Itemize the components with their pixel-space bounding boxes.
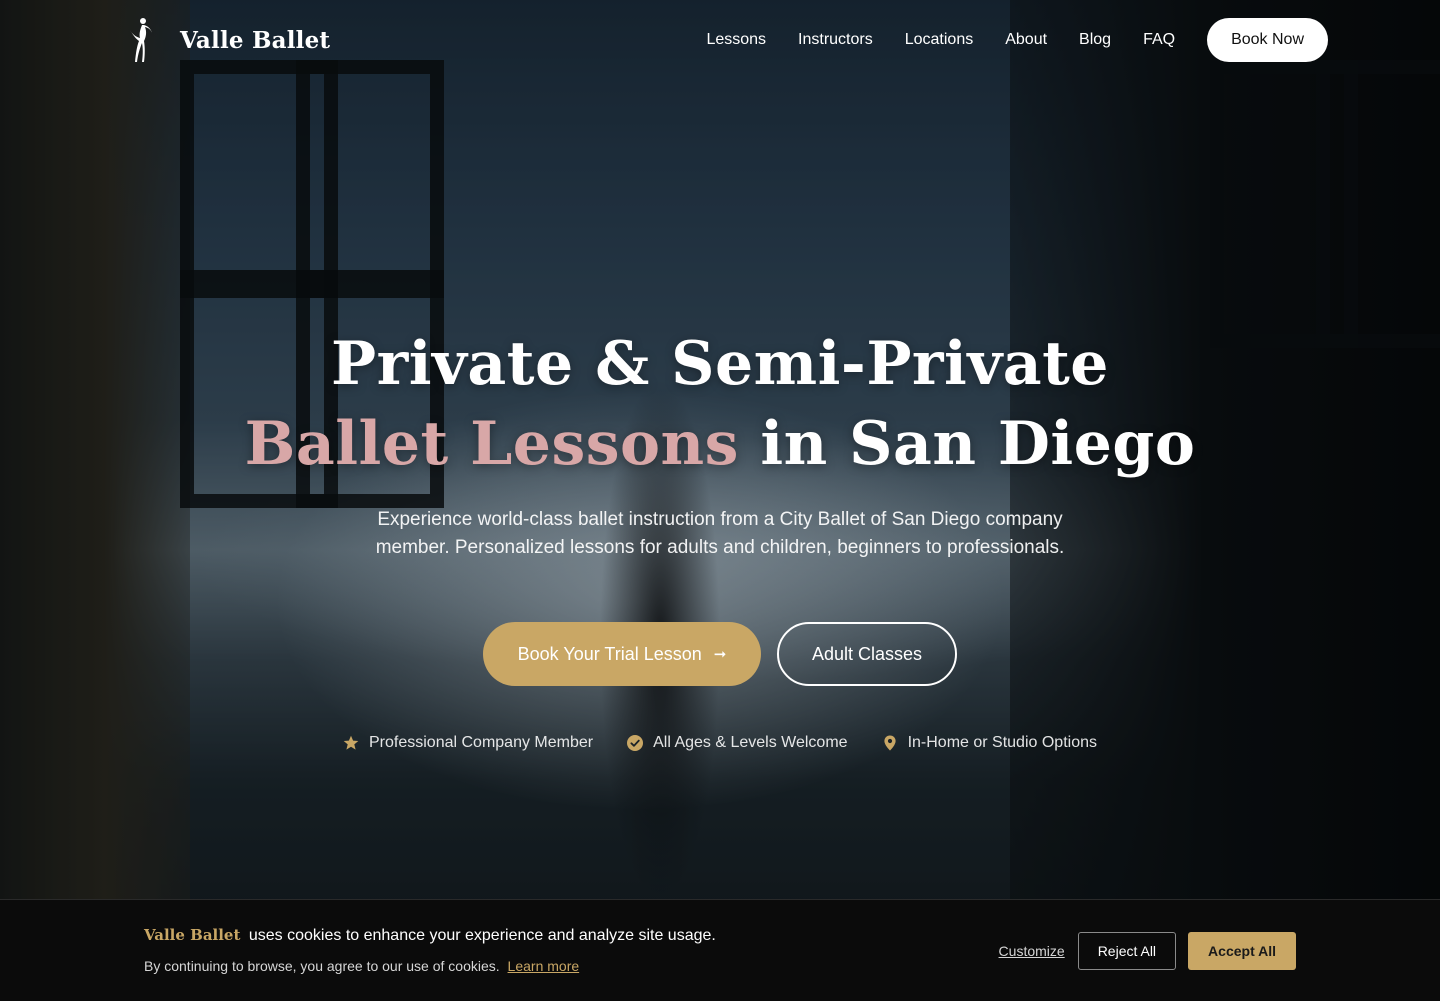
nav-item-faq[interactable]: FAQ	[1143, 31, 1175, 49]
cookie-banner: Valle Ballet uses cookies to enhance you…	[0, 899, 1440, 1001]
hero-title-accent: Ballet Lessons	[244, 409, 739, 479]
cookie-subtext-text: By continuing to browse, you agree to ou…	[144, 958, 500, 974]
book-trial-lesson-label: Book Your Trial Lesson	[517, 643, 702, 664]
feature-label: In-Home or Studio Options	[907, 734, 1097, 751]
nav-item-lessons[interactable]: Lessons	[706, 31, 766, 49]
adult-classes-button[interactable]: Adult Classes	[777, 622, 957, 686]
nav-item-about[interactable]: About	[1005, 31, 1047, 49]
brand-name: Valle Ballet	[180, 26, 331, 54]
check-circle-icon	[627, 735, 644, 751]
site-header: Valle Ballet Lessons Instructors Locatio…	[0, 0, 1440, 82]
hero-subtitle: Experience world-class ballet instructio…	[375, 509, 1065, 558]
book-now-button[interactable]: Book Now	[1207, 18, 1328, 62]
learn-more-link[interactable]: Learn more	[508, 958, 580, 974]
cookie-message-text: uses cookies to enhance your experience …	[248, 927, 716, 944]
feature-label: All Ages & Levels Welcome	[653, 734, 848, 751]
hero-title: Private & Semi-Private Ballet Lessons in…	[0, 324, 1440, 484]
accept-all-button[interactable]: Accept All	[1188, 932, 1296, 970]
book-trial-lesson-button[interactable]: Book Your Trial Lesson ➞	[483, 622, 761, 686]
nav-item-locations[interactable]: Locations	[905, 31, 974, 49]
cookie-subtext: By continuing to browse, you agree to ou…	[144, 958, 579, 974]
ballerina-icon	[130, 18, 152, 62]
customize-link[interactable]: Customize	[999, 943, 1065, 959]
arrow-right-icon: ➞	[713, 646, 727, 663]
hero-cta-row: Book Your Trial Lesson ➞ Adult Classes	[0, 622, 1440, 686]
hero-title-rest: in San Diego	[738, 409, 1196, 479]
feature-item: All Ages & Levels Welcome	[627, 734, 848, 752]
cookie-brand: Valle Ballet	[144, 926, 241, 944]
feature-item: Professional Company Member	[343, 734, 593, 752]
reject-all-button[interactable]: Reject All	[1077, 932, 1177, 970]
hero-background-image	[0, 0, 1440, 1000]
nav-item-blog[interactable]: Blog	[1079, 31, 1111, 49]
nav-item-instructors[interactable]: Instructors	[798, 31, 873, 49]
map-pin-icon	[883, 735, 896, 751]
hero-features: Professional Company Member All Ages & L…	[0, 734, 1440, 752]
logo-link[interactable]: Valle Ballet	[126, 16, 330, 64]
feature-item: In-Home or Studio Options	[882, 734, 1097, 752]
cookie-actions: Customize Reject All Accept All	[999, 932, 1296, 970]
feature-label: Professional Company Member	[369, 734, 594, 751]
star-icon	[343, 735, 359, 750]
hero-title-line1: Private & Semi-Private	[331, 329, 1109, 399]
main-nav: Lessons Instructors Locations About Blog…	[706, 18, 1328, 62]
cookie-message: Valle Ballet uses cookies to enhance you…	[144, 926, 716, 945]
